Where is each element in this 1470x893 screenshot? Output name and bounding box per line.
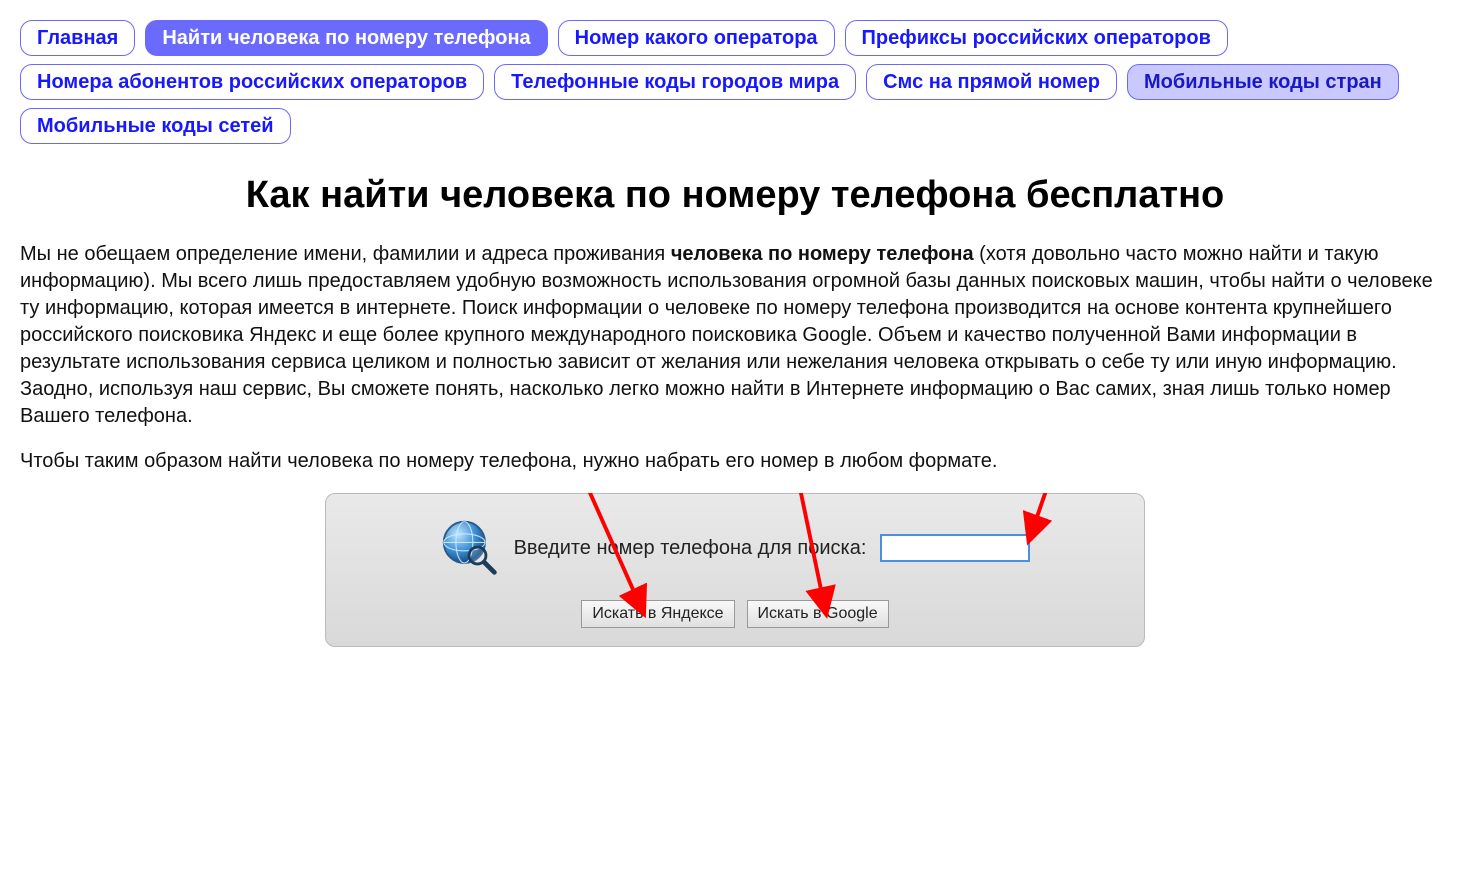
nav-link-2[interactable]: Номер какого оператора xyxy=(558,20,835,56)
nav-link-6[interactable]: Смс на прямой номер xyxy=(866,64,1117,100)
search-panel-row-1: Введите номер телефона для поиска: xyxy=(346,518,1124,578)
nav-link-0[interactable]: Главная xyxy=(20,20,135,56)
phone-input[interactable] xyxy=(880,534,1030,562)
para1-post: (хотя довольно часто можно найти и такую… xyxy=(20,243,1433,427)
page-title: Как найти человека по номеру телефона бе… xyxy=(20,174,1450,217)
search-google-button[interactable]: Искать в Google xyxy=(747,600,889,628)
nav-link-1[interactable]: Найти человека по номеру телефона xyxy=(145,20,547,56)
nav-link-4[interactable]: Номера абонентов российских операторов xyxy=(20,64,484,100)
para1-pre: Мы не обещаем определение имени, фамилии… xyxy=(20,243,671,265)
intro-paragraph-2: Чтобы таким образом найти человека по но… xyxy=(20,448,1450,475)
nav-link-7[interactable]: Мобильные коды стран xyxy=(1127,64,1399,100)
search-panel-row-2: Искать в Яндексе Искать в Google xyxy=(346,600,1124,628)
para1-bold: человека по номеру телефона xyxy=(671,243,974,265)
nav-link-8[interactable]: Мобильные коды сетей xyxy=(20,108,291,144)
globe-search-icon xyxy=(440,518,500,578)
search-panel: Введите номер телефона для поиска: Искат… xyxy=(325,493,1145,647)
search-yandex-button[interactable]: Искать в Яндексе xyxy=(581,600,734,628)
search-label: Введите номер телефона для поиска: xyxy=(514,537,867,560)
search-panel-wrap: Введите номер телефона для поиска: Искат… xyxy=(20,493,1450,647)
nav-link-3[interactable]: Префиксы российских операторов xyxy=(845,20,1228,56)
top-nav: Главная Найти человека по номеру телефона… xyxy=(20,20,1450,144)
intro-paragraph-1: Мы не обещаем определение имени, фамилии… xyxy=(20,241,1450,430)
nav-link-5[interactable]: Телефонные коды городов мира xyxy=(494,64,856,100)
